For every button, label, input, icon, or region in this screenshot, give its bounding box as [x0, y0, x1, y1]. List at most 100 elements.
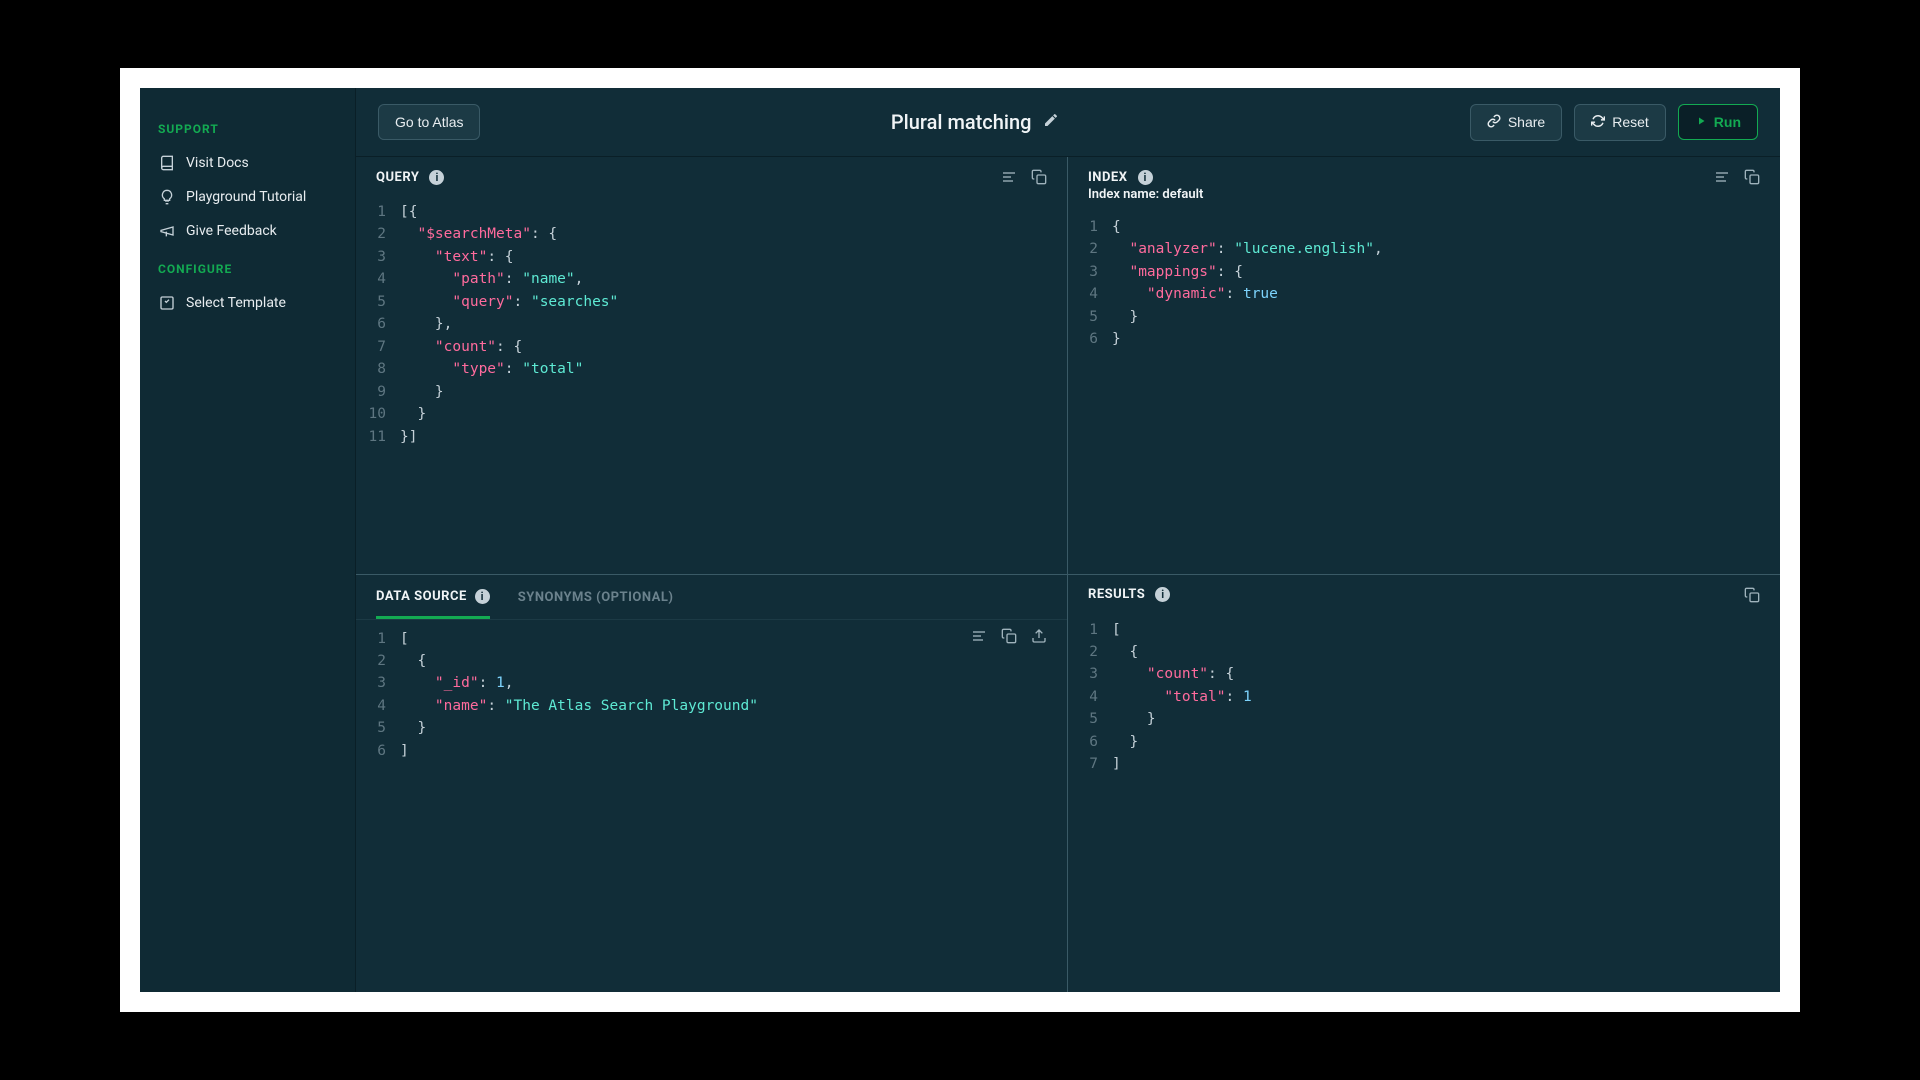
book-icon	[158, 155, 176, 171]
sidebar-item-tutorial[interactable]: Playground Tutorial	[140, 180, 355, 214]
code-text: ]	[1112, 753, 1780, 775]
line-number: 4	[356, 695, 400, 717]
line-number: 3	[1068, 261, 1112, 283]
code-line: 3 "mappings": {	[1068, 261, 1780, 283]
code-line: 6 },	[356, 313, 1067, 335]
line-number: 1	[1068, 216, 1112, 238]
query-editor[interactable]: 1[{2 "$searchMeta": {3 "text": {4 "path"…	[356, 193, 1067, 574]
upload-icon[interactable]	[1031, 628, 1047, 644]
line-number: 5	[1068, 708, 1112, 730]
line-number: 7	[356, 336, 400, 358]
sidebar-item-visit-docs[interactable]: Visit Docs	[140, 146, 355, 180]
code-line: 6}	[1068, 328, 1780, 350]
code-text: {	[1112, 216, 1780, 238]
code-text: [	[1112, 619, 1780, 641]
code-text: "count": {	[1112, 663, 1780, 685]
line-number: 4	[1068, 283, 1112, 305]
code-line: 5 "query": "searches"	[356, 291, 1067, 313]
info-icon[interactable]: i	[1155, 587, 1170, 602]
format-icon[interactable]	[1714, 169, 1730, 185]
format-icon[interactable]	[971, 628, 987, 644]
results-viewer: 1[2 {3 "count": {4 "total": 15 }6 }7]	[1068, 611, 1780, 993]
code-text: }	[1112, 731, 1780, 753]
results-panel: RESULTS i 1[2 {3 "count": {4 "total": 15…	[1068, 575, 1780, 993]
title-wrap: Plural matching	[492, 110, 1457, 134]
line-number: 5	[356, 717, 400, 739]
format-icon[interactable]	[1001, 169, 1017, 185]
line-number: 2	[356, 223, 400, 245]
copy-icon[interactable]	[1031, 169, 1047, 185]
line-number: 1	[356, 628, 400, 650]
line-number: 7	[1068, 753, 1112, 775]
code-text: "_id": 1,	[400, 672, 1067, 694]
code-text: "mappings": {	[1112, 261, 1780, 283]
line-number: 2	[1068, 641, 1112, 663]
copy-icon[interactable]	[1744, 587, 1760, 603]
code-line: 5 }	[1068, 708, 1780, 730]
code-text: [	[400, 628, 1067, 650]
line-number: 5	[356, 291, 400, 313]
tab-synonyms[interactable]: SYNONYMS (OPTIONAL)	[518, 575, 674, 619]
code-line: 4 "dynamic": true	[1068, 283, 1780, 305]
sidebar-item-select-template[interactable]: Select Template	[140, 286, 355, 320]
line-number: 2	[356, 650, 400, 672]
code-line: 4 "name": "The Atlas Search Playground"	[356, 695, 1067, 717]
tab-data-source[interactable]: DATA SOURCE i	[376, 575, 490, 619]
code-text: "total": 1	[1112, 686, 1780, 708]
code-line: 6]	[356, 740, 1067, 762]
code-line: 7]	[1068, 753, 1780, 775]
index-panel: INDEX i Index name: default 1{2 "analyze…	[1068, 157, 1780, 575]
code-line: 11}]	[356, 426, 1067, 448]
line-number: 3	[356, 672, 400, 694]
line-number: 3	[356, 246, 400, 268]
code-line: 1[	[356, 628, 1067, 650]
code-text: {	[1112, 641, 1780, 663]
app-root: SUPPORT Visit Docs Playground Tutorial G…	[140, 88, 1780, 992]
code-line: 2 "analyzer": "lucene.english",	[1068, 238, 1780, 260]
panel-tools	[1714, 169, 1760, 185]
code-text: ]	[400, 740, 1067, 762]
line-number: 8	[356, 358, 400, 380]
panels: QUERY i 1[{2 "$searchMeta": {3 "text": {…	[356, 156, 1780, 992]
button-label: Share	[1508, 114, 1545, 130]
button-label: Run	[1714, 114, 1741, 130]
panel-tools	[1001, 169, 1047, 185]
datasource-editor[interactable]: 1[2 {3 "_id": 1,4 "name": "The Atlas Sea…	[356, 620, 1067, 993]
code-text: {	[400, 650, 1067, 672]
datasource-tabs: DATA SOURCE i SYNONYMS (OPTIONAL)	[356, 575, 1067, 620]
reset-button[interactable]: Reset	[1574, 104, 1666, 141]
megaphone-icon	[158, 223, 176, 239]
code-text: "type": "total"	[400, 358, 1067, 380]
share-button[interactable]: Share	[1470, 104, 1562, 141]
code-text: }	[400, 381, 1067, 403]
main: Go to Atlas Plural matching Share Reset	[355, 88, 1780, 992]
go-to-atlas-button[interactable]: Go to Atlas	[378, 104, 480, 140]
index-editor[interactable]: 1{2 "analyzer": "lucene.english",3 "mapp…	[1068, 208, 1780, 574]
tab-label: DATA SOURCE	[376, 589, 467, 604]
code-text: }]	[400, 426, 1067, 448]
info-icon[interactable]: i	[429, 170, 444, 185]
run-button[interactable]: Run	[1678, 104, 1758, 140]
code-line: 10 }	[356, 403, 1067, 425]
code-text: "$searchMeta": {	[400, 223, 1067, 245]
code-text: "analyzer": "lucene.english",	[1112, 238, 1780, 260]
info-icon[interactable]: i	[475, 589, 490, 604]
line-number: 1	[356, 201, 400, 223]
code-line: 7 "count": {	[356, 336, 1067, 358]
code-text: "count": {	[400, 336, 1067, 358]
info-icon[interactable]: i	[1138, 170, 1153, 185]
sidebar-item-label: Select Template	[186, 295, 286, 311]
code-line: 3 "count": {	[1068, 663, 1780, 685]
code-line: 6 }	[1068, 731, 1780, 753]
line-number: 9	[356, 381, 400, 403]
panel-header: INDEX i	[1068, 157, 1780, 187]
sidebar-item-feedback[interactable]: Give Feedback	[140, 214, 355, 248]
line-number: 1	[1068, 619, 1112, 641]
play-icon	[1695, 114, 1707, 130]
code-text: }	[1112, 708, 1780, 730]
line-number: 5	[1068, 306, 1112, 328]
copy-icon[interactable]	[1001, 628, 1017, 644]
edit-icon[interactable]	[1043, 112, 1059, 132]
query-panel: QUERY i 1[{2 "$searchMeta": {3 "text": {…	[356, 157, 1068, 575]
copy-icon[interactable]	[1744, 169, 1760, 185]
